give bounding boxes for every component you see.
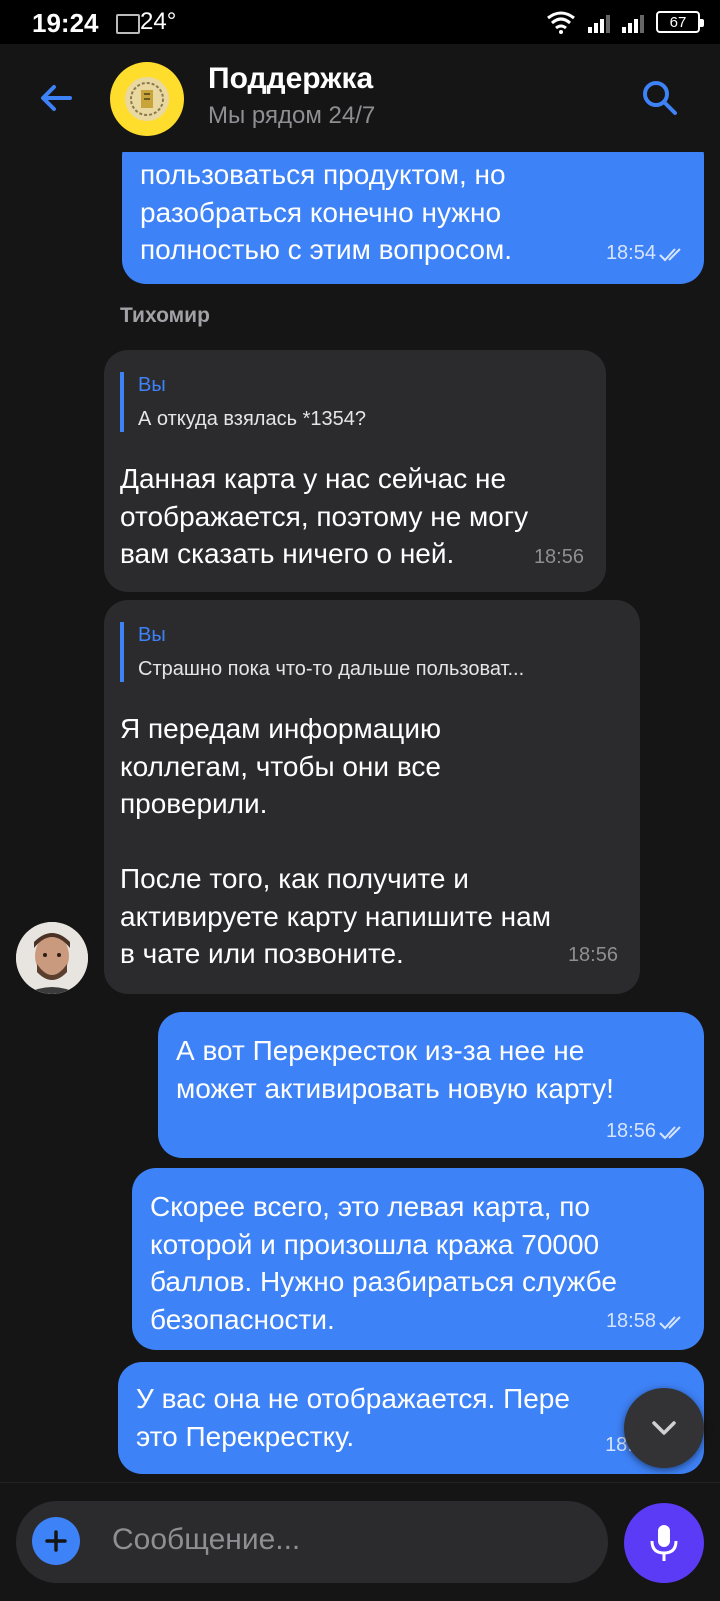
message-time: 18:56 <box>605 1120 656 1142</box>
quote-author: Вы <box>138 374 166 396</box>
message-text: Данная карта у нас сейчас не отображаетс… <box>120 463 529 569</box>
wifi-icon <box>547 11 575 34</box>
plus-icon <box>45 1530 67 1552</box>
message-list[interactable]: пользоваться продуктом, но разобраться к… <box>0 152 720 1482</box>
battery-level: 67 <box>669 13 687 31</box>
person-photo <box>16 922 88 994</box>
message-text: Я передам информацию коллегам, чтобы они… <box>120 713 551 969</box>
scroll-down-button[interactable] <box>624 1388 704 1468</box>
bank-logo-icon <box>125 77 169 121</box>
status-temperature: 24° <box>140 8 177 35</box>
chat-title: Поддержка <box>208 62 374 95</box>
incoming-message[interactable]: Вы А откуда взялась *1354? Данная карта … <box>104 350 606 592</box>
reply-quote[interactable]: Вы А откуда взялась *1354? <box>120 372 578 432</box>
quote-text: Страшно пока что-то дальше пользоват... <box>138 658 525 680</box>
message-meta: 18:54 <box>606 242 686 265</box>
double-check-icon <box>659 1315 681 1329</box>
chat-header: Поддержка Мы рядом 24/7 <box>0 44 720 152</box>
message-meta: 18:58 <box>606 1310 686 1333</box>
message-time: 18:58 <box>605 1310 656 1332</box>
chat-subtitle: Мы рядом 24/7 <box>208 102 376 129</box>
message-text: А вот Перекресток из-за нее не может акт… <box>176 1035 614 1104</box>
message-text: У вас она не отображается. Пере это Пере… <box>136 1383 570 1452</box>
battery-icon: 67 <box>656 11 704 33</box>
message-text: пользоваться продуктом, но разобраться к… <box>140 159 512 265</box>
message-input[interactable]: Сообщение... <box>16 1501 608 1583</box>
message-text: Скорее всего, это левая карта, по которо… <box>150 1191 617 1335</box>
outgoing-message[interactable]: А вот Перекресток из-за нее не может акт… <box>158 1012 704 1158</box>
quote-author: Вы <box>138 624 166 646</box>
message-meta: 18:56 <box>606 1120 686 1143</box>
search-icon[interactable] <box>640 78 680 118</box>
gallery-icon <box>116 14 140 34</box>
back-arrow-icon[interactable] <box>36 78 76 118</box>
attach-button[interactable] <box>32 1517 80 1565</box>
microphone-icon <box>650 1525 678 1561</box>
sender-name: Тихомир <box>120 304 210 327</box>
message-time: 18:56 <box>533 546 584 568</box>
outgoing-message[interactable]: Скорее всего, это левая карта, по которо… <box>132 1168 704 1350</box>
message-placeholder: Сообщение... <box>112 1523 301 1556</box>
double-check-icon <box>659 1125 681 1139</box>
quote-text: А откуда взялась *1354? <box>138 408 366 430</box>
incoming-message[interactable]: Вы Страшно пока что-то дальше пользоват.… <box>104 600 640 994</box>
signal-icon-2 <box>622 11 644 33</box>
chevron-down-icon <box>652 1421 676 1435</box>
status-bar: 19:24 24° 67 <box>0 0 720 44</box>
reply-quote[interactable]: Вы Страшно пока что-то дальше пользоват.… <box>120 622 608 682</box>
support-logo[interactable] <box>110 62 184 136</box>
voice-message-button[interactable] <box>624 1503 704 1583</box>
outgoing-message[interactable]: пользоваться продуктом, но разобраться к… <box>122 152 704 284</box>
outgoing-message[interactable]: У вас она не отображается. Пере это Пере… <box>118 1362 704 1474</box>
message-composer: Сообщение... <box>0 1482 720 1601</box>
agent-avatar[interactable] <box>16 922 88 994</box>
status-time: 19:24 <box>32 8 99 38</box>
double-check-icon <box>659 247 681 261</box>
message-time: 18:54 <box>605 242 656 264</box>
signal-icon <box>588 11 610 33</box>
message-time: 18:56 <box>567 944 618 966</box>
status-indicators: 67 <box>546 8 704 36</box>
